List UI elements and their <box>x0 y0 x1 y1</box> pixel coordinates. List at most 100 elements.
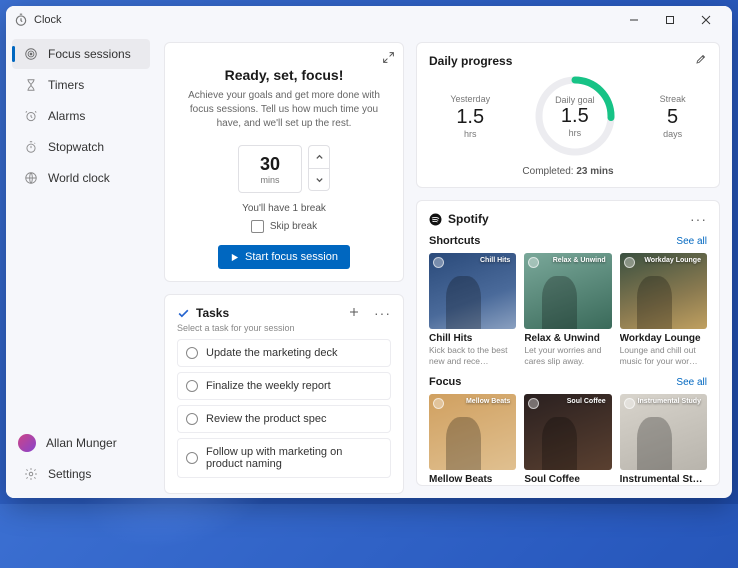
task-row[interactable]: Update the marketing deck <box>177 339 391 367</box>
sidebar: Focus sessions Timers Alarms Stopwatch W… <box>6 34 156 498</box>
spotify-badge-icon <box>528 257 539 268</box>
playlist-name: Instrumental Study <box>620 474 707 485</box>
focus-title: Ready, set, focus! <box>177 67 391 83</box>
nav-label: Alarms <box>48 109 85 123</box>
focus-seeall-link[interactable]: See all <box>676 377 707 388</box>
checkbox-icon <box>251 220 264 233</box>
playlist-tile[interactable]: Soul CoffeeSoul CoffeeThe tunes to ease … <box>524 394 611 486</box>
avatar <box>18 434 36 452</box>
yesterday-stat: Yesterday 1.5 hrs <box>450 94 490 139</box>
nav-label: Focus sessions <box>48 47 131 61</box>
playlist-tile[interactable]: Mellow BeatsMellow BeatsStay relaxed wit… <box>429 394 516 486</box>
spotify-badge-icon <box>528 398 539 409</box>
progress-ring: Daily goal 1.5 hrs <box>533 74 617 158</box>
hourglass-icon <box>24 78 38 92</box>
duration-stepper <box>308 145 330 193</box>
tasks-more-button[interactable]: ··· <box>374 305 391 321</box>
start-focus-button[interactable]: Start focus session <box>218 245 350 269</box>
duration-down-button[interactable] <box>308 168 330 191</box>
radio-icon <box>186 452 198 464</box>
main-content: Ready, set, focus! Achieve your goals an… <box>156 34 732 498</box>
play-icon <box>230 253 239 262</box>
playlist-tile[interactable]: Chill HitsChill HitsKick back to the bes… <box>429 253 516 366</box>
playlist-name: Relax & Unwind <box>524 333 611 344</box>
target-icon <box>24 47 38 61</box>
task-label: Finalize the weekly report <box>206 380 331 392</box>
playlist-art: Workday Lounge <box>620 253 707 329</box>
shortcuts-heading: Shortcuts <box>429 235 480 247</box>
playlist-tile[interactable]: Instrumental StudyInstrumental StudyA so… <box>620 394 707 486</box>
focus-heading: Focus <box>429 376 461 388</box>
tasks-title: Tasks <box>196 306 342 320</box>
alarm-icon <box>24 109 38 123</box>
edit-goal-button[interactable] <box>695 53 707 68</box>
progress-title: Daily progress <box>429 54 512 68</box>
focus-description: Achieve your goals and get more done wit… <box>177 89 391 131</box>
playlist-name: Soul Coffee <box>524 474 611 485</box>
user-name: Allan Munger <box>46 436 117 450</box>
app-icon <box>14 13 28 27</box>
spotify-badge-icon <box>624 257 635 268</box>
task-row[interactable]: Follow up with marketing on product nami… <box>177 438 391 478</box>
skip-break-label: Skip break <box>270 221 317 232</box>
task-label: Update the marketing deck <box>206 347 337 359</box>
nav-label: World clock <box>48 171 110 185</box>
spotify-badge-icon <box>624 398 635 409</box>
spotify-more-button[interactable]: ··· <box>690 211 707 227</box>
app-title: Clock <box>34 14 62 26</box>
playlist-desc: Let your worries and cares slip away. <box>524 345 611 366</box>
playlist-desc: Kick back to the best new and rece… <box>429 345 516 366</box>
titlebar: Clock <box>6 6 732 34</box>
account-button[interactable]: Allan Munger <box>6 428 156 458</box>
playlist-art: Mellow Beats <box>429 394 516 470</box>
daily-progress-card: Daily progress Yesterday 1.5 hrs <box>416 42 720 188</box>
radio-icon <box>186 413 198 425</box>
task-row[interactable]: Review the product spec <box>177 405 391 433</box>
nav-stopwatch[interactable]: Stopwatch <box>12 132 150 162</box>
spotify-badge-icon <box>433 257 444 268</box>
radio-icon <box>186 380 198 392</box>
duration-display[interactable]: 30 mins <box>238 145 302 193</box>
tasks-subtitle: Select a task for your session <box>177 323 391 333</box>
spotify-card: Spotify ··· Shortcuts See all Chill Hits… <box>416 200 720 486</box>
maximize-button[interactable] <box>652 6 688 34</box>
app-window: Clock Focus sessions Timers Alarms <box>6 6 732 498</box>
playlist-name: Chill Hits <box>429 333 516 344</box>
playlist-art: Instrumental Study <box>620 394 707 470</box>
spotify-icon <box>429 213 442 226</box>
playlist-art: Relax & Unwind <box>524 253 611 329</box>
nav-alarms[interactable]: Alarms <box>12 101 150 131</box>
start-label: Start focus session <box>245 251 338 263</box>
task-row[interactable]: Finalize the weekly report <box>177 372 391 400</box>
nav-timers[interactable]: Timers <box>12 70 150 100</box>
nav-settings[interactable]: Settings <box>12 459 150 489</box>
nav-label: Timers <box>48 78 84 92</box>
spotify-title: Spotify <box>448 212 684 226</box>
add-task-button[interactable] <box>348 306 360 321</box>
break-info: You'll have 1 break <box>177 203 391 214</box>
task-label: Review the product spec <box>206 413 326 425</box>
streak-stat: Streak 5 days <box>660 94 686 139</box>
playlist-name: Workday Lounge <box>620 333 707 344</box>
radio-icon <box>186 347 198 359</box>
expand-icon[interactable] <box>382 51 395 67</box>
spotify-badge-icon <box>433 398 444 409</box>
tasks-card: Tasks ··· Select a task for your session… <box>164 294 404 494</box>
playlist-desc: Lounge and chill out music for your wor… <box>620 345 707 366</box>
nav-label: Settings <box>48 467 91 481</box>
task-label: Follow up with marketing on product nami… <box>206 446 382 470</box>
playlist-tile[interactable]: Workday LoungeWorkday LoungeLounge and c… <box>620 253 707 366</box>
playlist-name: Mellow Beats <box>429 474 516 485</box>
playlist-tile[interactable]: Relax & UnwindRelax & UnwindLet your wor… <box>524 253 611 366</box>
duration-value: 30 <box>260 154 280 175</box>
shortcuts-seeall-link[interactable]: See all <box>676 236 707 247</box>
globe-icon <box>24 171 38 185</box>
duration-up-button[interactable] <box>308 145 330 168</box>
nav-world-clock[interactable]: World clock <box>12 163 150 193</box>
skip-break-checkbox[interactable]: Skip break <box>177 220 391 233</box>
todo-icon <box>177 307 190 320</box>
nav-focus-sessions[interactable]: Focus sessions <box>12 39 150 69</box>
minimize-button[interactable] <box>616 6 652 34</box>
close-button[interactable] <box>688 6 724 34</box>
completed-text: Completed: 23 mins <box>429 166 707 177</box>
